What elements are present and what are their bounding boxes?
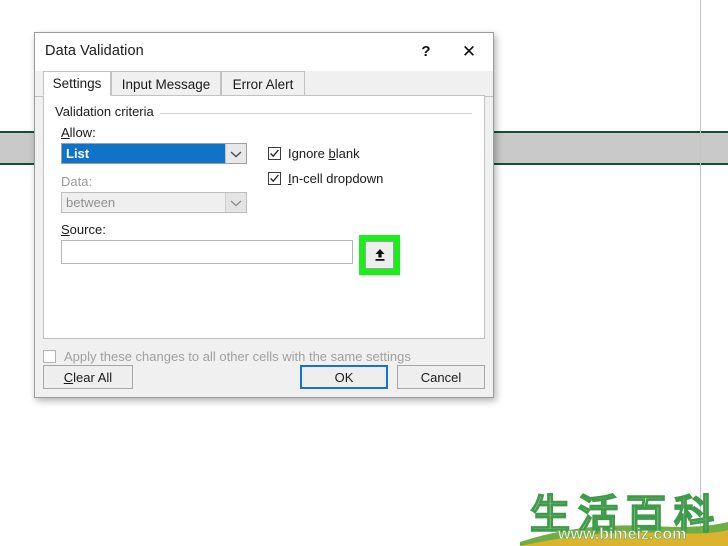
in-cell-dropdown-label: In-cell dropdown xyxy=(288,171,384,186)
in-cell-dropdown-checkbox-row[interactable]: In-cell dropdown xyxy=(268,171,383,186)
dialog-title-bar: Data Validation ? ✕ xyxy=(35,33,493,72)
close-icon[interactable]: ✕ xyxy=(449,33,489,70)
apply-all-checkbox-row[interactable]: Apply these changes to all other cells w… xyxy=(43,345,485,367)
tab-error-alert[interactable]: Error Alert xyxy=(221,71,305,96)
allow-label: Allow: xyxy=(61,125,96,140)
chevron-down-icon[interactable] xyxy=(225,193,246,212)
cancel-button[interactable]: Cancel xyxy=(397,365,485,389)
help-icon[interactable]: ? xyxy=(406,33,446,70)
checkbox-checked-icon[interactable] xyxy=(268,147,281,160)
allow-dropdown-value: List xyxy=(62,144,225,163)
checkbox-checked-icon[interactable] xyxy=(268,172,281,185)
spreadsheet-column-divider xyxy=(700,0,701,546)
range-select-up-arrow-icon[interactable] xyxy=(365,241,394,269)
clear-all-button[interactable]: Clear All xyxy=(43,365,133,389)
tab-input-message[interactable]: Input Message xyxy=(111,71,221,96)
tab-strip: Settings Input Message Error Alert xyxy=(35,71,493,97)
checkbox-unchecked-icon[interactable] xyxy=(43,349,56,363)
ignore-blank-checkbox-row[interactable]: Ignore blank xyxy=(268,146,360,161)
allow-dropdown[interactable]: List xyxy=(61,143,247,164)
source-input[interactable] xyxy=(61,240,353,264)
ignore-blank-label: Ignore blank xyxy=(288,146,360,161)
chevron-down-icon[interactable] xyxy=(225,144,246,163)
settings-tab-panel: Validation criteria Allow: List Data: be… xyxy=(43,95,485,339)
allow-label-text: llow: xyxy=(69,125,96,140)
apply-all-label: Apply these changes to all other cells w… xyxy=(64,348,411,364)
data-label: Data: xyxy=(61,174,93,189)
watermark-url: www.bimeiz.com xyxy=(558,526,687,544)
tab-settings-label: Settings xyxy=(52,76,102,91)
validation-criteria-label: Validation criteria xyxy=(55,104,160,119)
watermark: 生活百科 www.bimeiz.com xyxy=(520,482,728,546)
tab-error-alert-label: Error Alert xyxy=(232,76,294,92)
dialog-title: Data Validation xyxy=(45,43,144,59)
tab-input-message-label: Input Message xyxy=(121,76,211,92)
tab-settings[interactable]: Settings xyxy=(43,71,111,96)
data-dropdown[interactable]: between xyxy=(61,192,247,213)
data-validation-dialog: Data Validation ? ✕ Settings Input Messa… xyxy=(34,32,494,398)
source-label: Source: xyxy=(61,222,106,237)
data-dropdown-value: between xyxy=(66,195,116,210)
ok-button[interactable]: OK xyxy=(300,365,388,389)
clear-all-label: Clear All xyxy=(63,369,113,385)
source-label-text: ource: xyxy=(69,222,106,237)
